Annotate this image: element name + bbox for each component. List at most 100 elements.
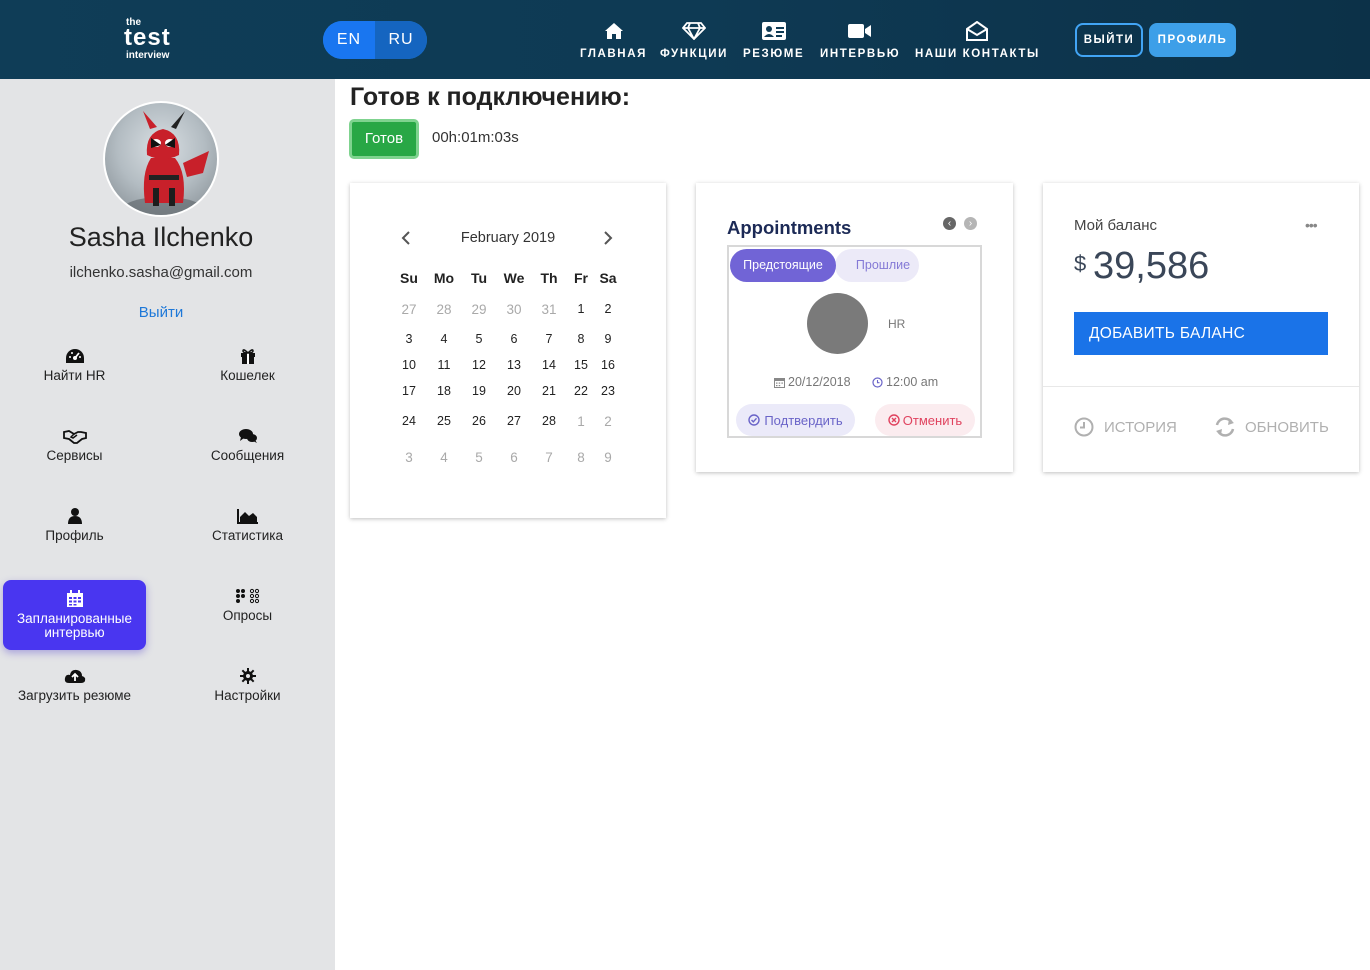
calendar-day[interactable]: 21 bbox=[534, 384, 564, 398]
sidebar-item-find-hr[interactable]: Найти HR bbox=[3, 330, 146, 400]
refresh-icon bbox=[1215, 417, 1235, 437]
sidebar-logout-link[interactable]: Выйти bbox=[0, 304, 322, 321]
calendar-icon bbox=[774, 377, 785, 388]
more-options-icon[interactable]: ••• bbox=[1305, 217, 1318, 233]
ready-button[interactable]: Готов bbox=[349, 119, 419, 159]
lang-ru-button[interactable]: RU bbox=[375, 21, 427, 59]
nav-resume-label: РЕЗЮМЕ bbox=[743, 48, 805, 60]
calendar-day[interactable]: 29 bbox=[464, 302, 494, 317]
calendar-day[interactable]: 23 bbox=[593, 384, 623, 398]
cancel-button[interactable]: Отменить bbox=[875, 404, 975, 436]
appointment-date: 20/12/2018 bbox=[774, 375, 851, 389]
sidebar-item-label: Загрузить резюме bbox=[17, 688, 132, 703]
tab-upcoming[interactable]: Предстоящие bbox=[730, 249, 836, 282]
calendar-day[interactable]: 2 bbox=[593, 302, 623, 316]
appointment-panel: Прошлие Предстоящие HR 20/12/2018 12:00 … bbox=[727, 245, 982, 438]
sidebar-item-wallet[interactable]: Кошелек bbox=[176, 330, 319, 400]
calendar-day[interactable]: 30 bbox=[499, 302, 529, 317]
header-profile-button[interactable]: ПРОФИЛЬ bbox=[1149, 23, 1236, 57]
logo-interview: interview bbox=[126, 50, 170, 61]
nav-features[interactable]: ФУНКЦИИ bbox=[660, 20, 728, 60]
calendar-day[interactable]: 28 bbox=[534, 414, 564, 428]
times-circle-icon bbox=[888, 414, 900, 426]
calendar-day[interactable]: 3 bbox=[394, 450, 424, 465]
calendar-day[interactable]: 1 bbox=[566, 302, 596, 316]
calendar-day[interactable]: 20 bbox=[499, 384, 529, 398]
calendar-day[interactable]: 4 bbox=[429, 450, 459, 465]
calendar-day[interactable]: 4 bbox=[429, 332, 459, 346]
calendar-day[interactable]: 27 bbox=[394, 302, 424, 317]
sidebar-item-messages[interactable]: Сообщения bbox=[176, 410, 319, 480]
chevron-right-circle-icon[interactable]: › bbox=[964, 217, 977, 230]
calendar-day[interactable]: 7 bbox=[534, 450, 564, 465]
calendar-day[interactable]: 2 bbox=[593, 414, 623, 429]
divider bbox=[1043, 386, 1359, 387]
nav-home[interactable]: ГЛАВНАЯ bbox=[580, 20, 647, 60]
sidebar-item-upload-resume[interactable]: Загрузить резюме bbox=[3, 650, 146, 720]
sidebar-item-statistics[interactable]: Статистика bbox=[176, 490, 319, 560]
calendar-day[interactable]: 11 bbox=[429, 358, 459, 372]
calendar-day[interactable]: 22 bbox=[566, 384, 596, 398]
sidebar-item-label: Сервисы bbox=[46, 448, 103, 463]
calendar-day[interactable]: 24 bbox=[394, 414, 424, 428]
sidebar-item-label: Статистика bbox=[212, 528, 283, 543]
calendar-day[interactable]: 27 bbox=[499, 414, 529, 428]
calendar-day[interactable]: 19 bbox=[464, 384, 494, 398]
calendar-day[interactable]: 14 bbox=[534, 358, 564, 372]
calendar-day[interactable]: 6 bbox=[499, 332, 529, 346]
calendar-day[interactable]: 9 bbox=[593, 450, 623, 465]
dashboard-icon bbox=[65, 347, 85, 365]
confirm-button[interactable]: Подтвердить bbox=[736, 404, 855, 436]
sidebar-item-profile[interactable]: Профиль bbox=[3, 490, 146, 560]
logo[interactable]: the test interview bbox=[124, 17, 184, 63]
weekday-header: We bbox=[503, 270, 525, 286]
calendar-day[interactable]: 5 bbox=[464, 450, 494, 465]
sidebar-item-label: Найти HR bbox=[43, 368, 106, 383]
nav-home-label: ГЛАВНАЯ bbox=[580, 48, 647, 60]
calendar-day[interactable]: 13 bbox=[499, 358, 529, 372]
calendar-day[interactable]: 28 bbox=[429, 302, 459, 317]
calendar-day[interactable]: 15 bbox=[566, 358, 596, 372]
sidebar-item-surveys[interactable]: Опросы bbox=[176, 570, 319, 640]
id-card-icon bbox=[761, 20, 786, 42]
nav-contacts[interactable]: НАШИ КОНТАКТЫ bbox=[915, 20, 1040, 60]
nav-interview[interactable]: ИНТЕРВЬЮ bbox=[820, 20, 900, 60]
sidebar-item-label: Настройки bbox=[214, 688, 281, 703]
calendar-day[interactable]: 6 bbox=[499, 450, 529, 465]
calendar-day[interactable]: 18 bbox=[429, 384, 459, 398]
calendar-day[interactable]: 10 bbox=[394, 358, 424, 372]
refresh-button[interactable]: ОБНОВИТЬ bbox=[1214, 417, 1329, 437]
calendar-day[interactable]: 7 bbox=[534, 332, 564, 346]
calendar-day[interactable]: 31 bbox=[534, 302, 564, 317]
nav-resume[interactable]: РЕЗЮМЕ bbox=[743, 20, 804, 60]
handshake-icon bbox=[62, 427, 87, 445]
sidebar-item-scheduled-interviews[interactable]: Запланированные интервью bbox=[3, 580, 146, 650]
area-chart-icon bbox=[236, 507, 259, 525]
calendar-day[interactable]: 9 bbox=[593, 332, 623, 346]
tab-past[interactable]: Прошлие bbox=[835, 249, 919, 282]
calendar-day[interactable]: 8 bbox=[566, 450, 596, 465]
calendar-day[interactable]: 5 bbox=[464, 332, 494, 346]
nav-contacts-label: НАШИ КОНТАКТЫ bbox=[915, 48, 1040, 60]
interviewer-role: HR bbox=[888, 317, 906, 331]
sidebar: Sasha Ilchenko ilchenko.sasha@gmail.com … bbox=[0, 79, 335, 970]
chevron-left-circle-icon[interactable]: ‹ bbox=[943, 217, 956, 230]
calendar-day[interactable]: 26 bbox=[464, 414, 494, 428]
calendar-day[interactable]: 25 bbox=[429, 414, 459, 428]
avatar[interactable] bbox=[103, 101, 219, 217]
history-button[interactable]: ИСТОРИЯ bbox=[1074, 417, 1177, 437]
sidebar-item-settings[interactable]: Настройки bbox=[176, 650, 319, 720]
calendar-day[interactable]: 3 bbox=[394, 332, 424, 346]
calendar-day[interactable]: 12 bbox=[464, 358, 494, 372]
add-balance-button[interactable]: ДОБАВИТЬ БАЛАНС bbox=[1074, 312, 1328, 355]
lang-en-button[interactable]: EN bbox=[323, 21, 375, 59]
calendar-day[interactable]: 16 bbox=[593, 358, 623, 372]
calendar-day[interactable]: 17 bbox=[394, 384, 424, 398]
sidebar-item-services[interactable]: Сервисы bbox=[3, 410, 146, 480]
appointment-time-text: 12:00 am bbox=[886, 375, 939, 389]
calendar-day[interactable]: 1 bbox=[566, 414, 596, 429]
calendar-day[interactable]: 8 bbox=[566, 332, 596, 346]
calendar-next-button[interactable] bbox=[602, 230, 614, 251]
header-logout-button[interactable]: ВЫЙТИ bbox=[1075, 23, 1143, 57]
calendar-icon bbox=[66, 590, 84, 608]
